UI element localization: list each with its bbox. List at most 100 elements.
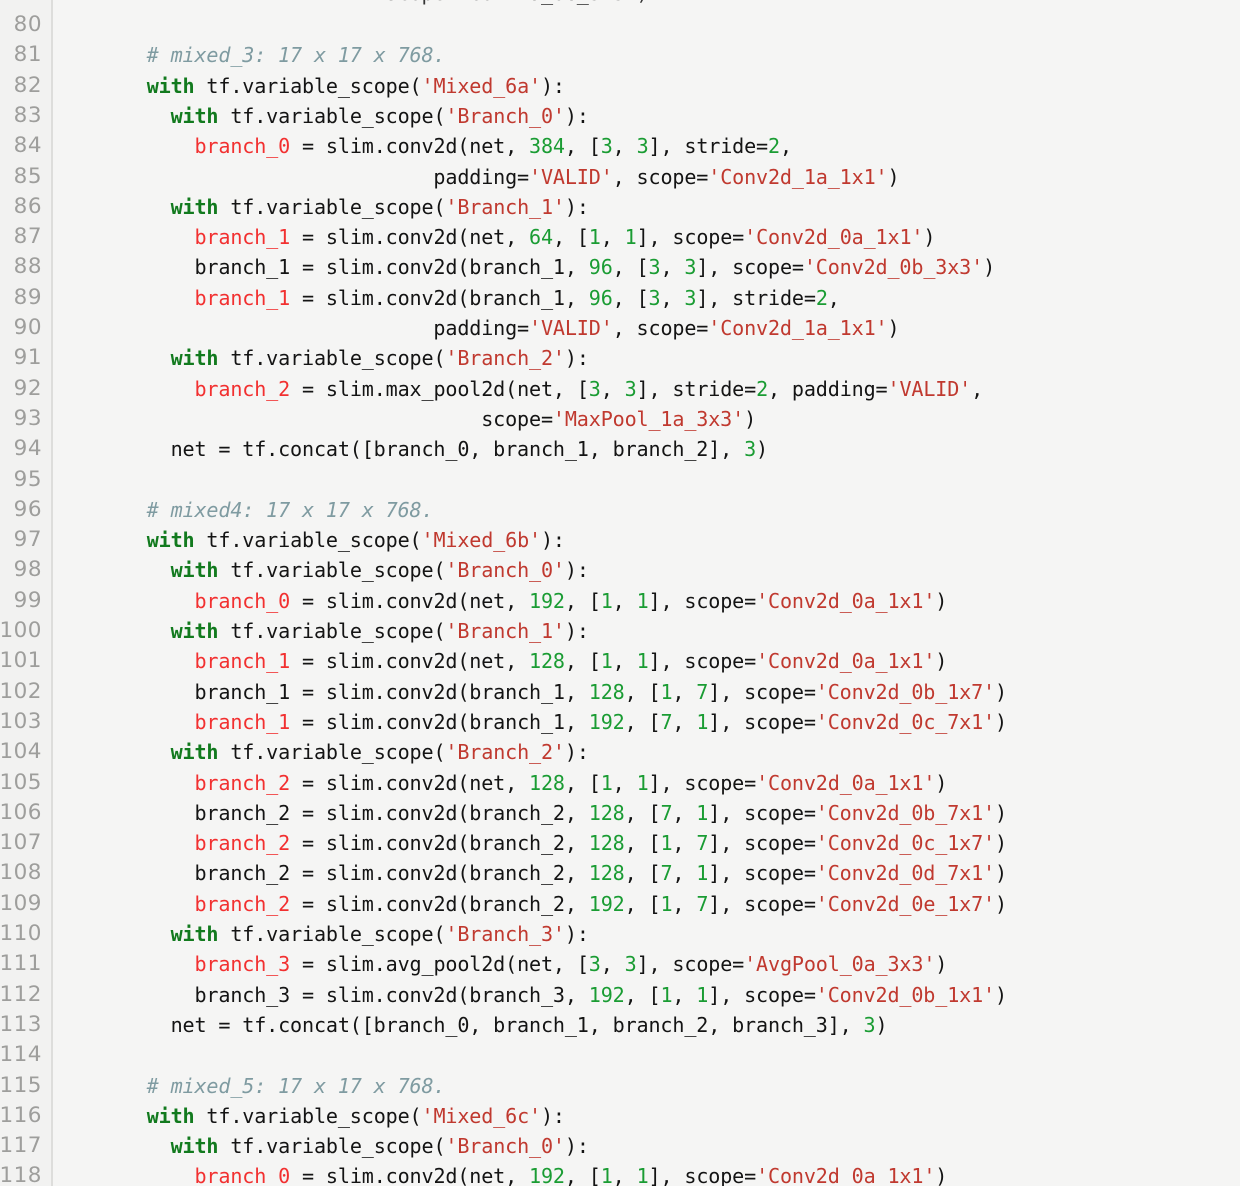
code-line[interactable]: padding='VALID', scope='Conv2d_1a_1x1')	[75, 162, 899, 192]
token-var: branch_2	[194, 770, 291, 795]
token-var: branch_0	[194, 1164, 291, 1186]
code-line[interactable]: with tf.variable_scope('Branch_0'):	[75, 1131, 589, 1161]
code-line[interactable]: net = tf.concat([branch_0, branch_1, bra…	[75, 1010, 888, 1040]
code-line[interactable]: branch_1 = slim.conv2d(branch_1, 128, [1…	[75, 677, 1007, 707]
token-plain: = slim.conv2d(branch_1,	[290, 709, 589, 734]
code-line[interactable]: with tf.variable_scope('Branch_0'):	[75, 555, 589, 585]
token-plain: = slim.conv2d(branch_1,	[290, 285, 589, 310]
code-line[interactable]: # mixed_3: 17 x 17 x 768.	[75, 40, 446, 70]
code-line[interactable]: padding='VALID', scope='Conv2d_1a_1x1')	[75, 313, 899, 343]
line-number: 88	[13, 254, 42, 280]
token-plain: ):	[540, 73, 565, 98]
code-line[interactable]: net = tf.concat([branch_0, branch_1, bra…	[75, 434, 769, 464]
token-plain: ,	[971, 376, 984, 401]
token-plain: ,	[600, 225, 625, 250]
token-plain: )	[995, 831, 1007, 856]
code-line[interactable]: branch_2 = slim.conv2d(branch_2, 128, [7…	[75, 858, 1007, 888]
code-line[interactable]: with tf.variable_scope('Mixed_6b'):	[75, 525, 565, 555]
token-num: 1	[696, 982, 709, 1007]
code-line[interactable]: branch_0 = slim.conv2d(net, 192, [1, 1],…	[75, 1161, 947, 1186]
code-line[interactable]: with tf.variable_scope('Mixed_6c'):	[75, 1101, 565, 1131]
code-line[interactable]: with tf.variable_scope('Branch_3'):	[75, 919, 589, 949]
token-plain: ,	[600, 952, 625, 977]
token-plain: )	[744, 406, 757, 431]
token-num: 384	[529, 134, 565, 159]
line-number: 106	[0, 799, 42, 825]
token-str: 'VALID'	[887, 376, 972, 401]
token-plain: = slim.conv2d(net,	[290, 225, 530, 250]
code-line[interactable]: with tf.variable_scope('Branch_1'):	[75, 192, 589, 222]
code-line[interactable]: branch_3 = slim.conv2d(branch_3, 192, [1…	[75, 980, 1007, 1010]
token-plain: tf.variable_scope(	[218, 1134, 446, 1159]
code-line[interactable]: branch_1 = slim.conv2d(branch_1, 192, [7…	[75, 707, 1007, 737]
token-plain: )	[935, 649, 948, 674]
code-line[interactable]: # mixed4: 17 x 17 x 768.	[75, 495, 434, 525]
token-plain: branch_2 = slim.conv2d(branch_2,	[75, 800, 589, 825]
token-plain: ):	[564, 194, 589, 219]
token-plain: , [	[624, 861, 661, 886]
token-str: 'Branch_3'	[445, 922, 565, 946]
token-kw: with	[170, 103, 219, 128]
code-line[interactable]: branch_1 = slim.conv2d(net, 64, [1, 1], …	[75, 222, 935, 252]
token-str: 'Branch_0'	[445, 558, 565, 583]
token-plain: ,	[660, 285, 685, 310]
token-str: 'Conv2d_0b_1x7'	[815, 679, 995, 704]
line-number: 81	[13, 42, 42, 68]
code-line[interactable]: branch_3 = slim.avg_pool2d(net, [3, 3], …	[75, 949, 947, 979]
token-num: 128	[588, 800, 625, 825]
code-editor-pane[interactable]: 80 81 82 83 84 85 86 87 88 89 90 91 92 93 94 95 96 97 98 99…	[0, 0, 1240, 1186]
token-plain: , [	[624, 709, 661, 734]
token-num: 1	[696, 861, 709, 886]
token-plain: = slim.avg_pool2d(net, [	[290, 952, 589, 977]
line-number: 118	[0, 1163, 42, 1186]
code-line[interactable]: # mixed_5: 17 x 17 x 768.	[75, 1071, 446, 1101]
token-var: branch_0	[194, 588, 291, 613]
code-line[interactable]: with tf.variable_scope('Branch_1'):	[75, 616, 589, 646]
token-str: 'Mixed_6a'	[421, 73, 542, 98]
code-line[interactable]: branch_1 = slim.conv2d(net, 128, [1, 1],…	[75, 646, 947, 676]
token-plain: , [	[564, 770, 601, 795]
token-plain: ], stride=	[696, 285, 816, 310]
code-line[interactable]: scope='MaxPool_1a_3x3')	[75, 404, 756, 434]
code-line[interactable]: branch_1 = slim.conv2d(branch_1, 96, [3,…	[75, 252, 995, 282]
token-kw: with	[170, 740, 219, 765]
token-plain: ):	[540, 1103, 565, 1128]
line-number: 84	[13, 133, 42, 159]
code-content-area[interactable]: # mixed_3: 17 x 17 x 768. with tf.variab…	[53, 0, 1240, 1186]
code-line[interactable]: with tf.variable_scope('Branch_2'):	[75, 343, 589, 373]
token-str: 'Branch_1'	[445, 194, 565, 219]
token-num: 1	[600, 588, 613, 613]
token-plain: ], scope=	[708, 982, 816, 1007]
token-plain: ], scope=	[708, 831, 816, 856]
code-line[interactable]: branch_2 = slim.max_pool2d(net, [3, 3], …	[75, 374, 983, 404]
code-line[interactable]: branch_2 = slim.conv2d(branch_2, 128, [7…	[75, 798, 1007, 828]
token-num: 128	[588, 831, 625, 856]
line-number: 95	[13, 466, 42, 492]
token-plain: = slim.conv2d(net,	[290, 1164, 530, 1186]
code-line[interactable]: branch_2 = slim.conv2d(branch_2, 192, [1…	[75, 889, 1007, 919]
code-line[interactable]: branch_2 = slim.conv2d(branch_2, 128, [1…	[75, 828, 1007, 858]
token-plain: tf.variable_scope(	[194, 1103, 422, 1128]
token-str: 'Conv2d_0c_7x1'	[815, 709, 996, 734]
token-plain: ):	[564, 1134, 589, 1159]
token-num: 96	[588, 285, 613, 310]
code-line[interactable]: with tf.variable_scope('Branch_2'):	[75, 737, 589, 767]
code-line[interactable]: with tf.variable_scope('Mixed_6a'):	[75, 71, 565, 101]
code-line[interactable]: branch_0 = slim.conv2d(net, 384, [3, 3],…	[75, 131, 792, 161]
token-plain: ):	[564, 619, 589, 643]
token-plain: padding=	[75, 164, 530, 189]
token-plain: net = tf.concat([branch_0, branch_1, bra…	[75, 437, 745, 462]
token-plain: padding=	[75, 316, 530, 340]
code-line[interactable]: branch_1 = slim.conv2d(branch_1, 96, [3,…	[75, 283, 839, 313]
token-str: 'Mixed_6b'	[421, 528, 542, 553]
code-line[interactable]: branch_0 = slim.conv2d(net, 192, [1, 1],…	[75, 586, 947, 616]
token-plain: ):	[540, 528, 565, 553]
code-line[interactable]: with tf.variable_scope('Branch_0'):	[75, 101, 589, 131]
code-line[interactable]: branch_2 = slim.conv2d(net, 128, [1, 1],…	[75, 768, 947, 798]
token-plain: , scope=	[612, 164, 709, 189]
